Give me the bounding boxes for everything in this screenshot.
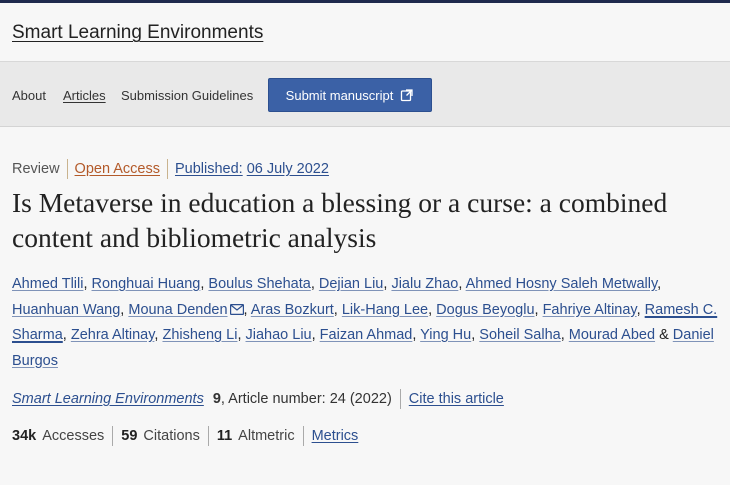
metrics-link[interactable]: Metrics [312, 428, 359, 444]
author-link[interactable]: Aras Bozkurt [251, 302, 334, 318]
author-link[interactable]: Dejian Liu [319, 276, 384, 292]
article-title: Is Metaverse in education a blessing or … [12, 187, 668, 253]
journal-title-link[interactable]: Smart Learning Environments [12, 22, 263, 44]
metrics-divider [207, 426, 209, 446]
altmetric-count: 11 [216, 428, 233, 444]
author-link[interactable]: Fahriye Altinay [543, 302, 637, 318]
author-name: Mouna Denden [128, 301, 228, 318]
author-link[interactable]: Mourad Abed [569, 327, 655, 343]
external-link-icon [401, 89, 413, 102]
metrics-divider [302, 426, 304, 446]
author-link[interactable]: Zhisheng Li [162, 327, 237, 343]
metrics-divider [112, 426, 114, 446]
citations-count: 59 [121, 428, 138, 444]
nav-about-link[interactable]: About [12, 88, 46, 103]
author-link[interactable]: Dogus Beyoglu [436, 302, 534, 318]
open-access-link[interactable]: Open Access [75, 161, 160, 177]
author-link-corresponding[interactable]: Mouna Denden [128, 301, 244, 318]
mail-icon [229, 303, 244, 315]
journal-nav: About Articles Submission Guidelines Sub… [0, 62, 730, 127]
author-link[interactable]: Faizan Ahmad [320, 327, 413, 343]
author-link[interactable]: Soheil Salha [479, 327, 560, 343]
published-date-link[interactable]: Published: 06 July 2022 [175, 161, 329, 177]
article-meta: Review Open Access Published: 06 July 202… [12, 159, 329, 179]
metrics-row: 34k Accesses 59 Citations 11 Altmetric M… [12, 426, 358, 446]
author-link[interactable]: Huanhuan Wang [12, 302, 120, 318]
published-label: Published: [174, 161, 243, 177]
submit-manuscript-button[interactable]: Submit manuscript [268, 78, 432, 112]
cite-this-article-link[interactable]: Cite this article [409, 391, 504, 407]
meta-divider [66, 159, 68, 179]
nav-articles-link[interactable]: Articles [63, 88, 106, 103]
citation-divider [399, 389, 401, 409]
accesses-count: 34k [12, 428, 37, 444]
author-link[interactable]: Ying Hu [420, 327, 471, 343]
author-link[interactable]: Lik-Hang Lee [342, 302, 428, 318]
citation-row: Smart Learning Environments 9 , Article … [12, 389, 504, 409]
citation-volume: 9 [212, 391, 221, 407]
accesses-label: Accesses [42, 428, 105, 444]
author-link[interactable]: Zehra Altinay [71, 327, 155, 343]
author-link[interactable]: Boulus Shehata [208, 276, 310, 292]
nav-submission-guidelines-link[interactable]: Submission Guidelines [121, 88, 253, 103]
authors-ampersand: & [659, 327, 669, 343]
author-link[interactable]: Jiahao Liu [246, 327, 312, 343]
submit-manuscript-label: Submit manuscript [285, 87, 394, 103]
article-type: Review [12, 161, 60, 177]
author-list: Ahmed Tlili, Ronghuai Huang, Boulus Sheh… [12, 276, 718, 369]
meta-divider [166, 159, 168, 179]
article-header: Review Open Access Published: 06 July 202… [0, 128, 730, 485]
citations-label: Citations [143, 428, 200, 444]
altmetric-label: Altmetric [238, 428, 295, 444]
author-link[interactable]: Ahmed Hosny Saleh Metwally [466, 276, 658, 292]
journal-header: Smart Learning Environments [0, 3, 730, 62]
published-date: 06 July 2022 [246, 161, 329, 177]
author-link[interactable]: Ahmed Tlili [12, 276, 83, 292]
author-link[interactable]: Jialu Zhao [391, 276, 458, 292]
citation-journal-link[interactable]: Smart Learning Environments [12, 391, 204, 407]
author-link[interactable]: Ronghuai Huang [92, 276, 201, 292]
citation-details: , Article number: 24 (2022) [220, 391, 392, 407]
